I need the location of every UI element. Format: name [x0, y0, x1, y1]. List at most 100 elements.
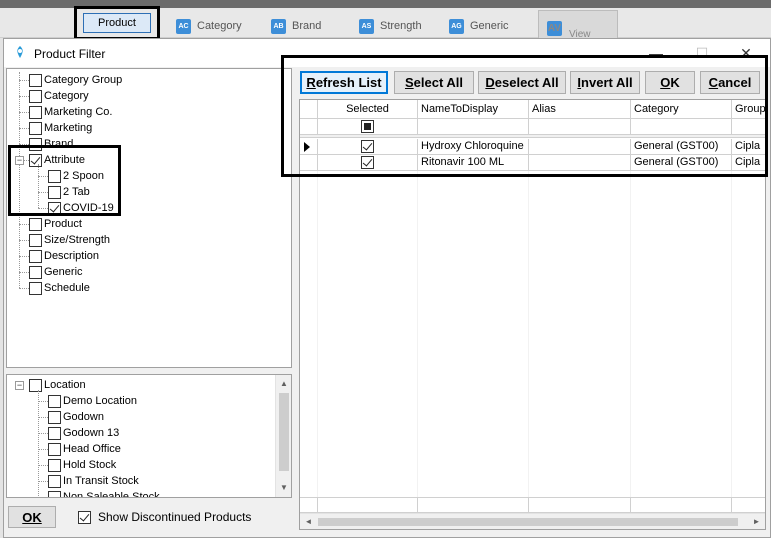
column-header[interactable]: Alias [529, 100, 631, 119]
bg-tab-0[interactable]: AC Category [176, 14, 242, 38]
filter-checkbox[interactable] [29, 137, 42, 151]
select-all-checkbox[interactable] [361, 120, 374, 133]
filter-tree-item[interactable]: Description [29, 248, 99, 264]
filter-tree-child-item[interactable]: 2 Spoon [48, 168, 104, 184]
filter-tree-item[interactable]: Brand [29, 136, 73, 152]
grid-cell[interactable] [529, 155, 631, 171]
tree-guide-line [19, 144, 29, 145]
filter-checkbox[interactable] [29, 265, 42, 279]
filter-tree-label: COVID-19 [63, 202, 114, 214]
grid-cell[interactable]: Cipla [732, 139, 765, 155]
filter-checkbox[interactable] [29, 73, 42, 87]
filter-checkbox[interactable] [48, 185, 61, 199]
filter-tree-child-item[interactable]: 2 Tab [48, 184, 90, 200]
location-checkbox[interactable] [48, 410, 61, 424]
filter-checkbox[interactable] [29, 217, 42, 231]
filter-tree-item[interactable]: Marketing [29, 120, 92, 136]
filter-tree-item[interactable]: Category [29, 88, 89, 104]
location-item[interactable]: Hold Stock [48, 457, 116, 473]
scroll-thumb[interactable] [279, 393, 289, 471]
filter-checkbox[interactable] [29, 281, 42, 295]
filter-checkbox[interactable] [29, 249, 42, 263]
close-button[interactable]: ✕ [736, 43, 756, 63]
summary-cell [631, 497, 732, 513]
location-item[interactable]: Godown [48, 409, 104, 425]
tree-guide-line [38, 465, 48, 466]
location-item[interactable]: Non Saleable Stock [48, 489, 160, 497]
column-header[interactable]: Selected [318, 100, 418, 119]
scroll-up-icon[interactable]: ▲ [276, 375, 291, 392]
location-checkbox[interactable] [48, 490, 61, 497]
select-all-button[interactable]: Select All [394, 71, 474, 94]
show-discontinued-checkbox[interactable] [78, 510, 91, 524]
row-selected-checkbox[interactable] [361, 156, 374, 169]
filter-checkbox[interactable] [48, 169, 61, 183]
location-item[interactable]: Head Office [48, 441, 121, 457]
deselect-all-button[interactable]: Deselect All [478, 71, 566, 94]
refresh-list-button[interactable]: Refresh List [300, 71, 388, 94]
filter-row-cell[interactable] [418, 119, 529, 135]
filter-tree-item[interactable]: Product [29, 216, 82, 232]
location-checkbox[interactable] [48, 474, 61, 488]
filter-tree-item[interactable]: Marketing Co. [29, 104, 112, 120]
filter-tree-item[interactable]: Generic [29, 264, 83, 280]
filter-row-cell[interactable] [732, 119, 765, 135]
grid-cell[interactable]: General (GST00) [631, 139, 732, 155]
row-header[interactable] [300, 155, 318, 171]
row-selected-checkbox[interactable] [361, 140, 374, 153]
grid-cell[interactable]: Hydroxy Chloroquine [418, 139, 529, 155]
maximize-button[interactable]: ☐ [692, 43, 712, 63]
filter-row-cell[interactable] [631, 119, 732, 135]
column-header[interactable]: Group [732, 100, 765, 119]
show-discontinued-toggle[interactable]: Show Discontinued Products [78, 510, 251, 524]
product-tab[interactable]: Product [83, 13, 151, 33]
grid-cell[interactable]: Ritonavir 100 ML [418, 155, 529, 171]
filter-tree-child-item[interactable]: COVID-19 [48, 200, 114, 216]
filter-tree-label: Size/Strength [44, 234, 111, 246]
location-item[interactable]: Godown 13 [48, 425, 119, 441]
collapse-toggle-icon[interactable]: − [15, 381, 24, 390]
collapse-toggle-icon[interactable]: − [15, 156, 24, 165]
grid-horizontal-scrollbar[interactable]: ◄ ► [300, 513, 765, 529]
column-header[interactable]: NameToDisplay [418, 100, 529, 119]
grid-cell[interactable] [529, 139, 631, 155]
ok-button-left[interactable]: OK [8, 506, 56, 528]
scroll-down-icon[interactable]: ▼ [276, 479, 291, 496]
filter-checkbox[interactable] [29, 89, 42, 103]
ok-button[interactable]: OK [645, 71, 695, 94]
filter-row-cell[interactable] [529, 119, 631, 135]
scroll-thumb[interactable] [318, 518, 738, 526]
bg-tab-3[interactable]: AG Generic [449, 14, 509, 38]
filter-checkbox[interactable] [29, 233, 42, 247]
filter-tree-item[interactable]: Size/Strength [29, 232, 110, 248]
location-checkbox[interactable] [29, 378, 42, 392]
filter-tree-item[interactable]: Schedule [29, 280, 90, 296]
invert-all-button[interactable]: Invert All [570, 71, 640, 94]
location-checkbox[interactable] [48, 394, 61, 408]
tree-guide-line [38, 417, 48, 418]
grid-cell[interactable]: Cipla [732, 155, 765, 171]
view-tab[interactable]: AV View [538, 10, 618, 40]
location-scrollbar[interactable]: ▲ ▼ [275, 375, 291, 497]
cancel-button[interactable]: Cancel [700, 71, 760, 94]
location-item[interactable]: In Transit Stock [48, 473, 139, 489]
location-item[interactable]: Demo Location [48, 393, 137, 409]
product-filter-dialog: Product Filter — ☐ ✕ Category Group Categ… [3, 38, 771, 538]
scroll-left-icon[interactable]: ◄ [300, 514, 317, 529]
filter-tree-item[interactable]: Category Group [29, 72, 122, 88]
minimize-button[interactable]: — [646, 43, 666, 63]
column-header[interactable]: Category [631, 100, 732, 119]
filter-checkbox[interactable] [48, 201, 61, 215]
location-checkbox[interactable] [48, 426, 61, 440]
filter-checkbox[interactable] [29, 121, 42, 135]
filter-tree-label: Schedule [44, 282, 90, 294]
grid-cell[interactable]: General (GST00) [631, 155, 732, 171]
bg-tab-2[interactable]: AS Strength [359, 14, 422, 38]
filter-checkbox[interactable] [29, 105, 42, 119]
tree-guide-line [38, 497, 48, 498]
bg-tab-1[interactable]: AB Brand [271, 14, 321, 38]
filter-checkbox[interactable] [29, 153, 42, 167]
location-checkbox[interactable] [48, 442, 61, 456]
scroll-right-icon[interactable]: ► [748, 514, 765, 529]
location-checkbox[interactable] [48, 458, 61, 472]
